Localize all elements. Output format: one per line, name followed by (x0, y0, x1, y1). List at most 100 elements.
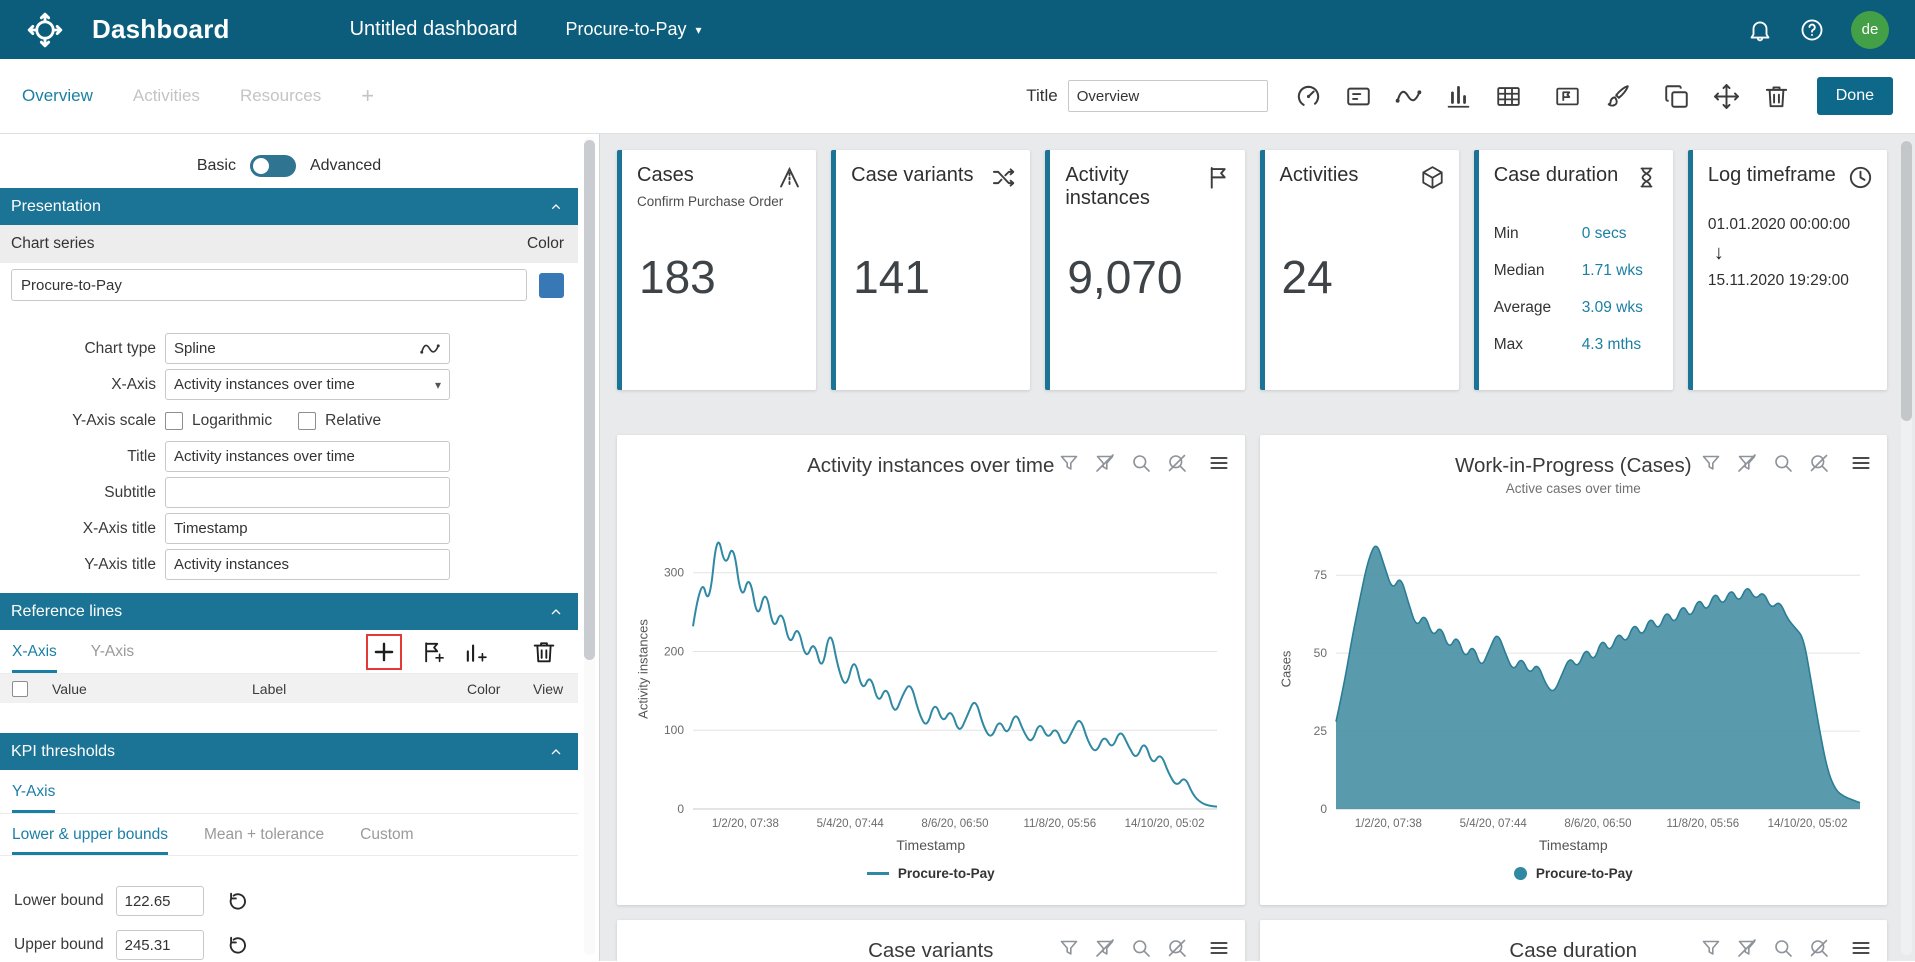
filter-icon[interactable] (1699, 936, 1723, 960)
app-root: Dashboard Untitled dashboard Procure-to-… (0, 0, 1915, 961)
series-color-swatch[interactable] (539, 272, 564, 298)
series-name-input[interactable] (11, 269, 527, 301)
chart-type-select[interactable]: Spline (165, 333, 450, 364)
toolbar-right: Title Done (1026, 77, 1893, 115)
cube-icon (1419, 164, 1446, 191)
zoom-off-icon[interactable] (1165, 936, 1189, 960)
filter-off-icon[interactable] (1735, 451, 1759, 475)
tab-lower-upper-bounds[interactable]: Lower & upper bounds (12, 814, 168, 855)
ref-tab-y-axis[interactable]: Y-Axis (91, 630, 134, 673)
kpi-bounds-tabs: Lower & upper bounds Mean + tolerance Cu… (0, 814, 578, 856)
upper-bound-input[interactable] (115, 930, 204, 960)
logarithmic-label: Logarithmic (192, 411, 273, 429)
filter-off-icon[interactable] (1093, 936, 1117, 960)
legend-item[interactable]: Procure-to-Pay (629, 866, 1233, 881)
presentation-section-header[interactable]: Presentation (0, 188, 578, 225)
lower-bound-input[interactable] (115, 886, 204, 916)
chart-title-input[interactable] (165, 441, 450, 472)
filter-icon[interactable] (1057, 936, 1081, 960)
chart-card-activity-instances: Activity instances over time Activity in… (617, 435, 1245, 905)
tab-mean-tolerance[interactable]: Mean + tolerance (204, 814, 324, 855)
main-scrollbar-thumb[interactable] (1901, 141, 1912, 421)
logarithmic-checkbox[interactable] (165, 411, 183, 430)
chart-plot[interactable]: 0 25 50 75 1/2/20, 07:38 5/4/20, 07:44 8/6/20,… (1288, 502, 1876, 835)
kpi-card-case-duration[interactable]: Case duration Min 0 secs Median 1.71 wks A… (1473, 150, 1673, 390)
hourglass-icon (1633, 164, 1660, 191)
reset-lower-bound-icon[interactable] (224, 889, 249, 914)
chart-plot[interactable]: 0 100 200 300 1/2/20, 07:38 5/4/20, 07:44 8/6/… (645, 502, 1233, 835)
chart-menu-icon[interactable] (1207, 451, 1231, 475)
add-reference-band-button[interactable] (418, 638, 446, 666)
kpi-card-case-variants[interactable]: Case variants 141 (831, 150, 1031, 390)
y-axis-title-input[interactable] (165, 549, 450, 580)
filter-icon[interactable] (1699, 451, 1723, 475)
main-scrollbar[interactable] (1901, 140, 1912, 955)
chart-series-label: Chart series (11, 235, 95, 252)
legend-item[interactable]: Procure-to-Pay (1272, 866, 1876, 881)
app-logo-icon[interactable] (26, 11, 64, 49)
brush-icon[interactable] (1603, 82, 1632, 111)
zoom-icon[interactable] (1129, 451, 1153, 475)
zoom-off-icon[interactable] (1807, 451, 1831, 475)
reference-lines-section-header[interactable]: Reference lines (0, 593, 578, 630)
copy-icon[interactable] (1662, 82, 1691, 111)
filter-off-icon[interactable] (1093, 451, 1117, 475)
bar-chart-icon[interactable] (1444, 82, 1473, 111)
tab-activities[interactable]: Activities (133, 86, 200, 106)
move-icon[interactable] (1712, 82, 1741, 111)
ref-tab-x-axis[interactable]: X-Axis (12, 630, 57, 673)
add-tab-button[interactable]: + (361, 83, 374, 109)
kpi-thresholds-section-header[interactable]: KPI thresholds (0, 733, 578, 770)
add-reference-line-button[interactable] (366, 633, 402, 670)
done-button[interactable]: Done (1816, 77, 1893, 115)
spline-chart-icon[interactable] (1394, 82, 1423, 111)
tab-resources[interactable]: Resources (240, 86, 321, 106)
select-all-checkbox[interactable] (12, 680, 28, 697)
stat-row-median: Median 1.71 wks (1493, 261, 1643, 279)
x-axis-select[interactable]: Activity instances over time ▾ (165, 369, 450, 400)
dashboard-name[interactable]: Untitled dashboard (350, 18, 518, 41)
delete-reference-lines-button[interactable] (530, 638, 558, 666)
x-axis-title-input[interactable] (165, 513, 450, 544)
basic-label[interactable]: Basic (197, 157, 236, 175)
value-widget-icon[interactable] (1344, 82, 1373, 111)
trash-icon[interactable] (1762, 82, 1791, 111)
reset-upper-bound-icon[interactable] (224, 933, 249, 958)
gauge-icon[interactable] (1294, 82, 1323, 111)
chart-subtitle-input[interactable] (165, 477, 450, 508)
mode-toggle[interactable] (249, 155, 296, 177)
avatar[interactable]: de (1851, 10, 1889, 49)
kpi-card-activity-instances[interactable]: Activity instances 9,070 (1045, 150, 1245, 390)
annotation-icon[interactable] (1553, 82, 1582, 111)
chart-menu-icon[interactable] (1849, 936, 1873, 960)
kpi-card-activities[interactable]: Activities 24 (1259, 150, 1459, 390)
table-icon[interactable] (1494, 82, 1523, 111)
chart-menu-icon[interactable] (1207, 936, 1231, 960)
sidebar-scrollbar[interactable] (584, 137, 595, 955)
zoom-off-icon[interactable] (1807, 936, 1831, 960)
process-selector[interactable]: Procure-to-Pay ▾ (566, 19, 702, 40)
add-reference-lines-from-data-button[interactable] (462, 638, 490, 666)
kpi-tab-y-axis[interactable]: Y-Axis (12, 770, 56, 813)
filter-icon[interactable] (1057, 451, 1081, 475)
help-icon[interactable] (1799, 17, 1825, 43)
filter-off-icon[interactable] (1735, 936, 1759, 960)
kpi-card-log-timeframe[interactable]: Log timeframe 01.01.2020 00:00:00 ↓ 15.1… (1687, 150, 1888, 390)
sidebar-scrollbar-thumb[interactable] (584, 140, 595, 660)
relative-checkbox[interactable] (298, 411, 317, 430)
chart-menu-icon[interactable] (1849, 451, 1873, 475)
widget-title-input[interactable] (1067, 80, 1268, 112)
kpi-card-cases[interactable]: Cases Confirm Purchase Order 183 (617, 150, 817, 390)
zoom-icon[interactable] (1771, 451, 1795, 475)
tab-overview[interactable]: Overview (22, 86, 93, 106)
zoom-icon[interactable] (1129, 936, 1153, 960)
advanced-label[interactable]: Advanced (310, 157, 381, 175)
zoom-off-icon[interactable] (1165, 451, 1189, 475)
notifications-icon[interactable] (1747, 17, 1773, 43)
zoom-icon[interactable] (1771, 936, 1795, 960)
tab-custom[interactable]: Custom (360, 814, 413, 855)
chevron-up-icon (548, 199, 564, 215)
timeframe-end: 15.11.2020 19:29:00 (1707, 272, 1849, 290)
content: Basic Advanced Presentation Chart series… (0, 134, 1915, 961)
svg-text:0: 0 (1320, 802, 1327, 816)
